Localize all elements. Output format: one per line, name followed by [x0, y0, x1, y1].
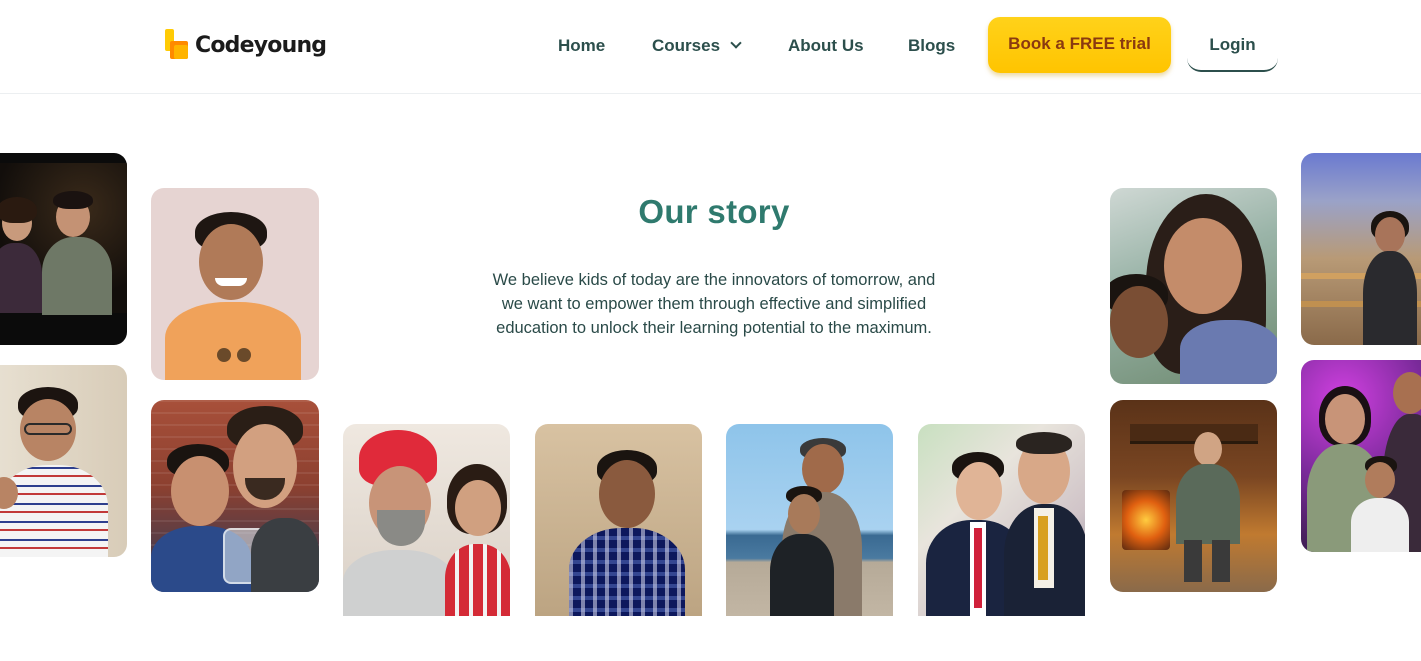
login-button[interactable]: Login — [1187, 20, 1278, 72]
student-photo-orange-shirt — [151, 188, 319, 380]
chevron-down-icon — [730, 37, 742, 49]
family-photo-night — [0, 153, 127, 345]
nav-home[interactable]: Home — [558, 36, 605, 56]
parent-child-photo-glass — [151, 400, 319, 592]
parent-child-photo-beach — [726, 424, 893, 616]
section-description: We believe kids of today are the innovat… — [492, 271, 936, 337]
student-photo-fireplace — [1110, 400, 1277, 592]
parent-child-photo-turban — [343, 424, 510, 616]
parent-child-photo-suit — [918, 424, 1085, 616]
parent-child-photo-selfie — [1110, 188, 1277, 384]
student-photo-striped-shirt — [0, 365, 127, 557]
nav-blogs[interactable]: Blogs — [908, 36, 955, 56]
nav-courses[interactable]: Courses — [652, 36, 742, 56]
logo[interactable]: Codeyoung — [165, 28, 327, 62]
logo-icon — [165, 29, 191, 61]
student-photo-plaid-shirt — [535, 424, 702, 616]
logo-text: Codeyoung — [195, 32, 327, 58]
family-photo-purple — [1301, 360, 1421, 552]
book-free-trial-button[interactable]: Book a FREE trial — [988, 17, 1171, 73]
parent-photo-balcony — [1301, 153, 1421, 345]
tshirt-print — [780, 550, 826, 566]
site-header: Codeyoung Home Courses About Us Blogs Bo… — [0, 0, 1421, 94]
nav-about-us[interactable]: About Us — [788, 36, 864, 56]
nav-courses-label: Courses — [652, 36, 721, 55]
